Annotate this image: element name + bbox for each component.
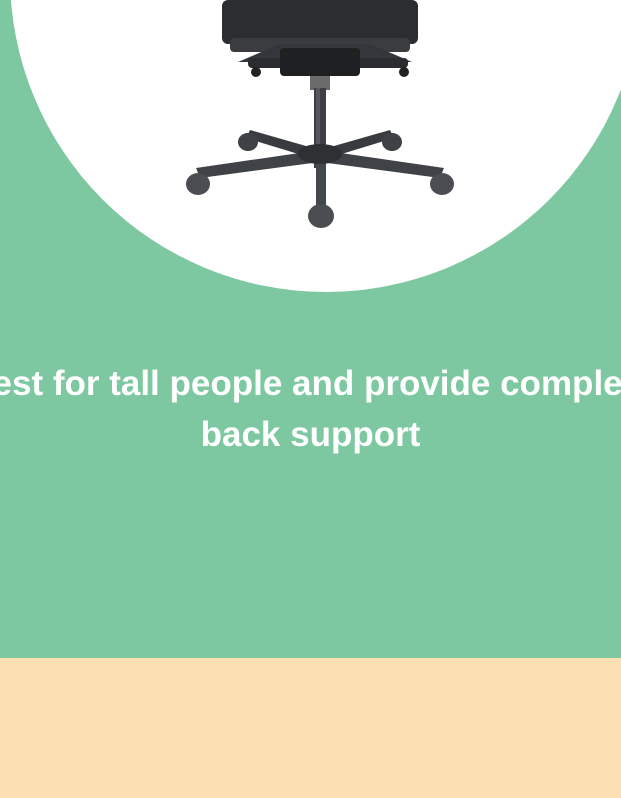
green-hero-section: Best for tall people and provide complet… — [0, 0, 621, 658]
product-image-circle — [10, 0, 621, 292]
office-chair-image — [186, 0, 454, 228]
peach-section — [0, 658, 621, 798]
headline-text: Best for tall people and provide complet… — [0, 364, 621, 454]
